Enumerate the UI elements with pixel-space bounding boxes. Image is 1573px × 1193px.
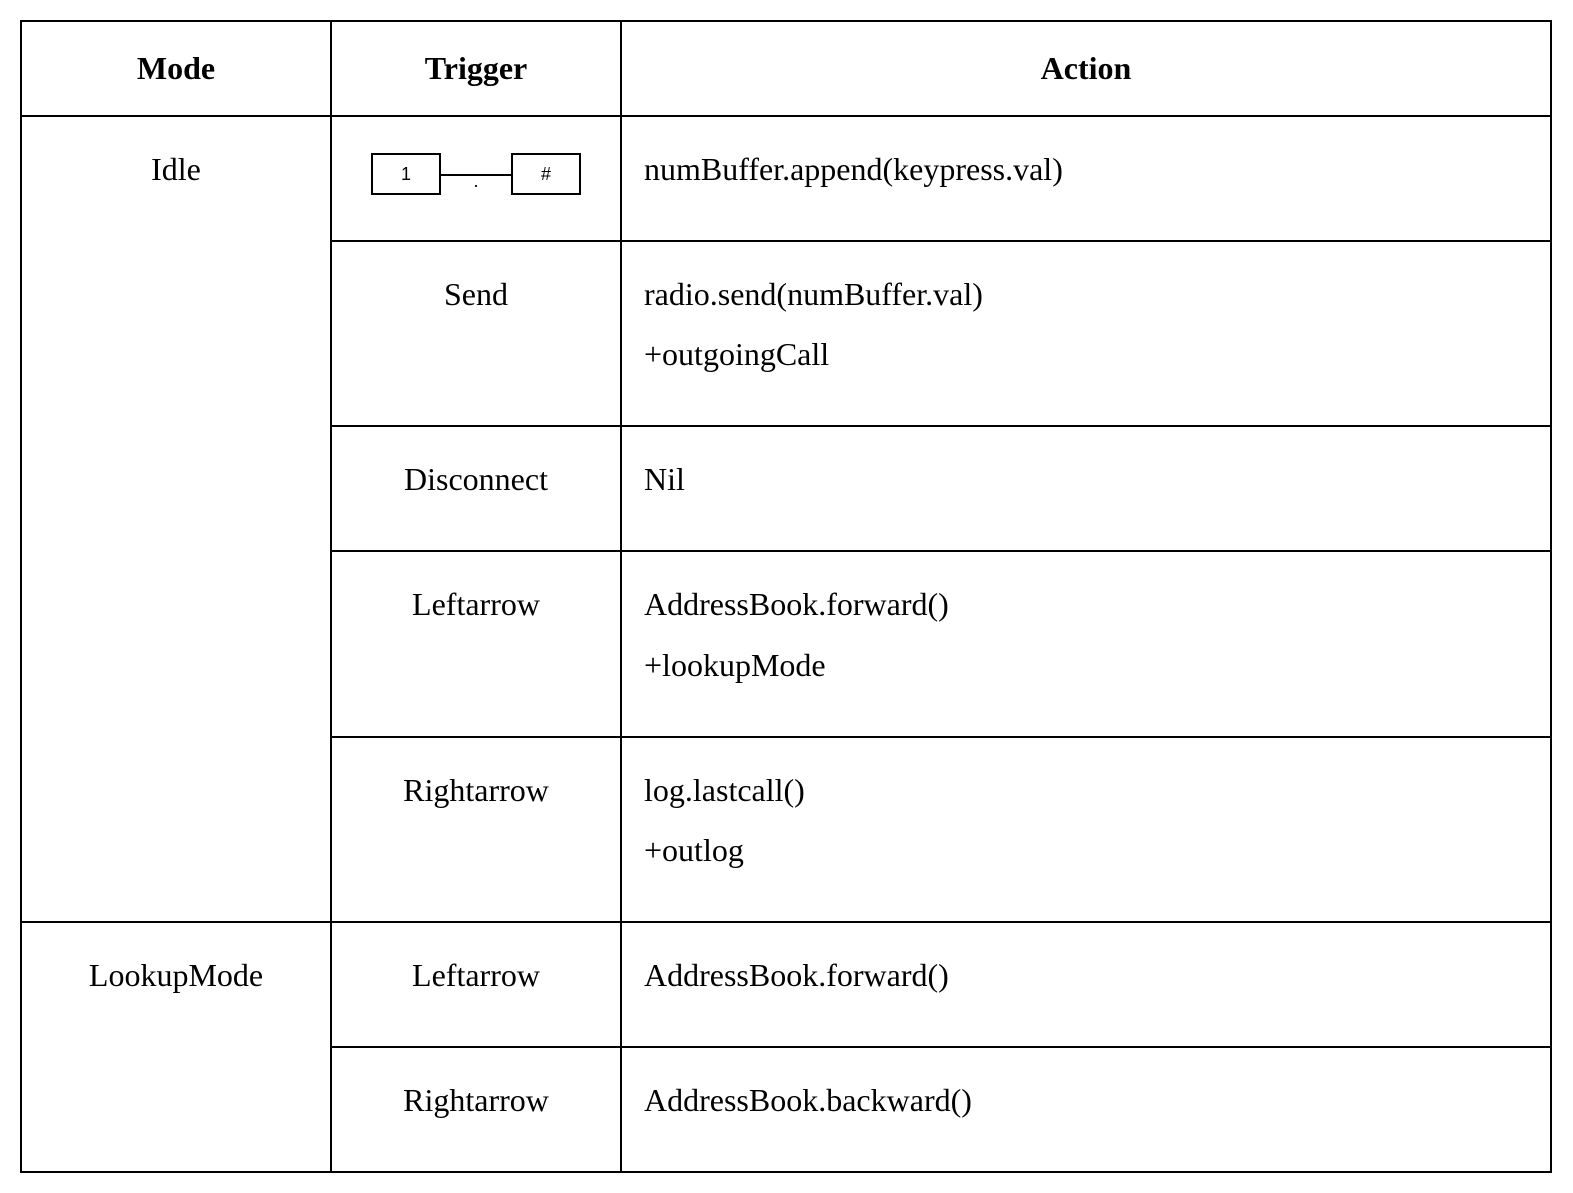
action-cell: AddressBook.forward(): [621, 922, 1551, 1047]
action-cell: Nil: [621, 426, 1551, 551]
trigger-cell: Leftarrow: [331, 551, 621, 737]
key-range-connector-icon: .: [441, 155, 511, 193]
table-row: Idle 1 . # numBuffer.append(keypress.val…: [21, 116, 1551, 241]
trigger-cell: Rightarrow: [331, 737, 621, 923]
table-row: LookupMode Leftarrow AddressBook.forward…: [21, 922, 1551, 1047]
action-cell: AddressBook.forward()+lookupMode: [621, 551, 1551, 737]
keypad-range-icon: 1 . #: [371, 153, 581, 195]
trigger-cell: Rightarrow: [331, 1047, 621, 1172]
trigger-cell: Disconnect: [331, 426, 621, 551]
action-cell: AddressBook.backward(): [621, 1047, 1551, 1172]
trigger-cell: Send: [331, 241, 621, 427]
header-mode: Mode: [21, 21, 331, 116]
header-trigger: Trigger: [331, 21, 621, 116]
mode-cell-lookup: LookupMode: [21, 922, 331, 1172]
header-action: Action: [621, 21, 1551, 116]
key-box-end: #: [511, 153, 581, 195]
action-cell: numBuffer.append(keypress.val): [621, 116, 1551, 241]
action-cell: log.lastcall()+outlog: [621, 737, 1551, 923]
mode-cell-idle: Idle: [21, 116, 331, 922]
trigger-keypad-range: 1 . #: [331, 116, 621, 241]
trigger-cell: Leftarrow: [331, 922, 621, 1047]
table-header-row: Mode Trigger Action: [21, 21, 1551, 116]
action-cell: radio.send(numBuffer.val)+outgoingCall: [621, 241, 1551, 427]
state-transition-table: Mode Trigger Action Idle 1 . # numBuffer…: [20, 20, 1552, 1173]
key-box-start: 1: [371, 153, 441, 195]
key-range-dot: .: [470, 172, 483, 190]
